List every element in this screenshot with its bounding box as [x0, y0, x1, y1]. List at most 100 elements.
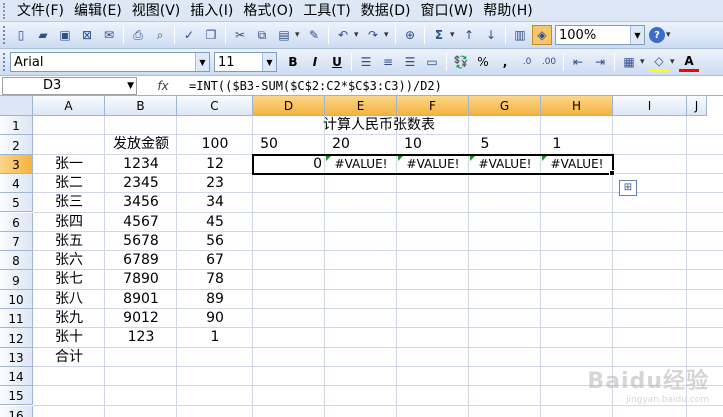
chevron-down-icon[interactable]: ▼	[630, 26, 644, 44]
menu-edit[interactable]: 编辑(E)	[72, 1, 130, 21]
c-value-cell[interactable]: 12	[177, 155, 253, 174]
menu-tools[interactable]: 工具(T)	[301, 1, 358, 21]
name-cell[interactable]: 张九	[33, 309, 105, 328]
denomination-cell[interactable]: 20	[305, 135, 377, 154]
row-header-4[interactable]: 4	[0, 173, 33, 194]
row-header-3[interactable]: 3	[0, 154, 33, 174]
print-preview-icon[interactable]: ⌕	[150, 25, 170, 45]
align-center-icon[interactable]: ≡	[378, 52, 398, 72]
menu-view[interactable]: 视图(V)	[130, 1, 189, 21]
denomination-cell[interactable]: 1	[521, 135, 593, 154]
paste-dropdown-arrow[interactable]: ▾	[295, 30, 303, 40]
row-header-1[interactable]: 1	[0, 116, 33, 136]
name-cell[interactable]: 张十	[33, 328, 105, 347]
name-cell[interactable]: 张四	[33, 213, 105, 232]
amount-cell[interactable]: 9012	[105, 309, 177, 328]
cut-icon[interactable]: ✂	[230, 25, 250, 45]
row-header-5[interactable]: 5	[0, 193, 33, 213]
row-header-10[interactable]: 10	[0, 289, 33, 309]
column-header-e[interactable]: E	[325, 96, 397, 116]
column-header-f[interactable]: F	[397, 96, 469, 116]
print-icon[interactable]: ⎙	[128, 25, 148, 45]
sort-descending-icon[interactable]: ↓	[481, 25, 501, 45]
name-cell[interactable]: 张五	[33, 232, 105, 251]
name-cell[interactable]: 张三	[33, 193, 105, 212]
undo-dropdown-arrow[interactable]: ▾	[354, 30, 362, 40]
row-header-7[interactable]: 7	[0, 231, 33, 252]
name-cell[interactable]: 张一	[33, 155, 105, 174]
paste-icon[interactable]: ▤	[274, 25, 294, 45]
c-value-cell[interactable]: 23	[177, 174, 253, 193]
currency-style-icon[interactable]: 💱	[451, 52, 471, 72]
amount-cell[interactable]: 6789	[105, 251, 177, 270]
zoom-combo[interactable]: 100% ▼	[555, 25, 645, 45]
total-label-cell[interactable]: 合计	[33, 348, 105, 367]
hyperlink-icon[interactable]: ⊕	[400, 25, 420, 45]
column-header-b[interactable]: B	[105, 96, 177, 116]
menu-file[interactable]: 文件(F)	[15, 1, 72, 21]
denomination-cell[interactable]: 10	[377, 135, 449, 154]
save-icon[interactable]: ▣	[55, 25, 75, 45]
c-value-cell[interactable]: 45	[177, 213, 253, 232]
amount-cell[interactable]: 4567	[105, 213, 177, 232]
redo-icon[interactable]: ↷	[363, 25, 383, 45]
font-size-combo[interactable]: 11 ▼	[214, 52, 277, 72]
c-value-cell[interactable]: 78	[177, 270, 253, 289]
denomination-cell[interactable]: 50	[233, 135, 305, 154]
fill-handle[interactable]	[609, 169, 615, 176]
decrease-indent-icon[interactable]: ⇤	[568, 52, 588, 72]
font-name-combo[interactable]: Arial ▼	[10, 52, 210, 72]
insert-function-icon[interactable]: fx	[137, 79, 189, 93]
decrease-decimal-icon[interactable]: .00	[539, 52, 559, 72]
amount-cell[interactable]: 123	[105, 328, 177, 347]
name-box[interactable]: D3 ▼	[2, 76, 137, 95]
column-header-d[interactable]: D	[253, 96, 325, 116]
c-value-cell[interactable]: 34	[177, 193, 253, 212]
percent-style-button[interactable]: %	[473, 52, 493, 72]
row-header-2[interactable]: 2	[0, 135, 33, 155]
denomination-cell[interactable]: 5	[449, 135, 521, 154]
merge-center-icon[interactable]: ▭	[422, 52, 442, 72]
format-painter-icon[interactable]: ✎	[304, 25, 324, 45]
row-header-11[interactable]: 11	[0, 309, 33, 329]
bold-button[interactable]: B	[283, 52, 303, 72]
underline-button[interactable]: U	[327, 52, 347, 72]
row-header-8[interactable]: 8	[0, 251, 33, 271]
row-header-9[interactable]: 9	[0, 270, 33, 290]
autosum-icon[interactable]: Σ	[429, 25, 449, 45]
borders-icon[interactable]: ▦	[619, 52, 639, 72]
new-document-icon[interactable]: ▯	[11, 25, 31, 45]
chart-wizard-icon[interactable]: ▥	[510, 25, 530, 45]
increase-indent-icon[interactable]: ⇥	[590, 52, 610, 72]
research-icon[interactable]: ❐	[201, 25, 221, 45]
sort-ascending-icon[interactable]: ↑	[459, 25, 479, 45]
name-cell[interactable]: 张六	[33, 251, 105, 270]
name-cell[interactable]: 张七	[33, 270, 105, 289]
borders-dropdown-arrow[interactable]: ▾	[640, 57, 648, 67]
menu-format[interactable]: 格式(O)	[241, 1, 301, 21]
row-header-16[interactable]: 16	[0, 405, 33, 417]
fill-color-dropdown-arrow[interactable]: ▾	[670, 57, 678, 67]
column-header-j[interactable]: J	[687, 96, 707, 116]
amount-cell[interactable]: 3456	[105, 193, 177, 212]
amount-cell[interactable]: 5678	[105, 232, 177, 251]
redo-dropdown-arrow[interactable]: ▾	[384, 30, 392, 40]
column-header-i[interactable]: I	[613, 96, 687, 116]
c-value-cell[interactable]: 90	[177, 309, 253, 328]
menu-insert[interactable]: 插入(I)	[188, 1, 241, 21]
auto-fill-options-icon[interactable]: ⊞	[619, 179, 637, 196]
menu-data[interactable]: 数据(D)	[359, 1, 419, 21]
menu-grip[interactable]	[3, 2, 9, 19]
column-header-a[interactable]: A	[33, 96, 105, 116]
chevron-down-icon[interactable]: ▼	[195, 53, 209, 71]
row-header-6[interactable]: 6	[0, 212, 33, 232]
sheet-title-cell[interactable]: 计算人民币张数表	[233, 116, 525, 135]
drawing-icon[interactable]: ◈	[532, 25, 552, 45]
toolbar-grip[interactable]	[3, 53, 7, 71]
spelling-icon[interactable]: ✓	[179, 25, 199, 45]
permission-icon[interactable]: ⊠	[77, 25, 97, 45]
column-header-g[interactable]: G	[469, 96, 541, 116]
row-header-13[interactable]: 13	[0, 347, 33, 367]
menu-window[interactable]: 窗口(W)	[419, 1, 482, 21]
menu-help[interactable]: 帮助(H)	[481, 1, 540, 21]
